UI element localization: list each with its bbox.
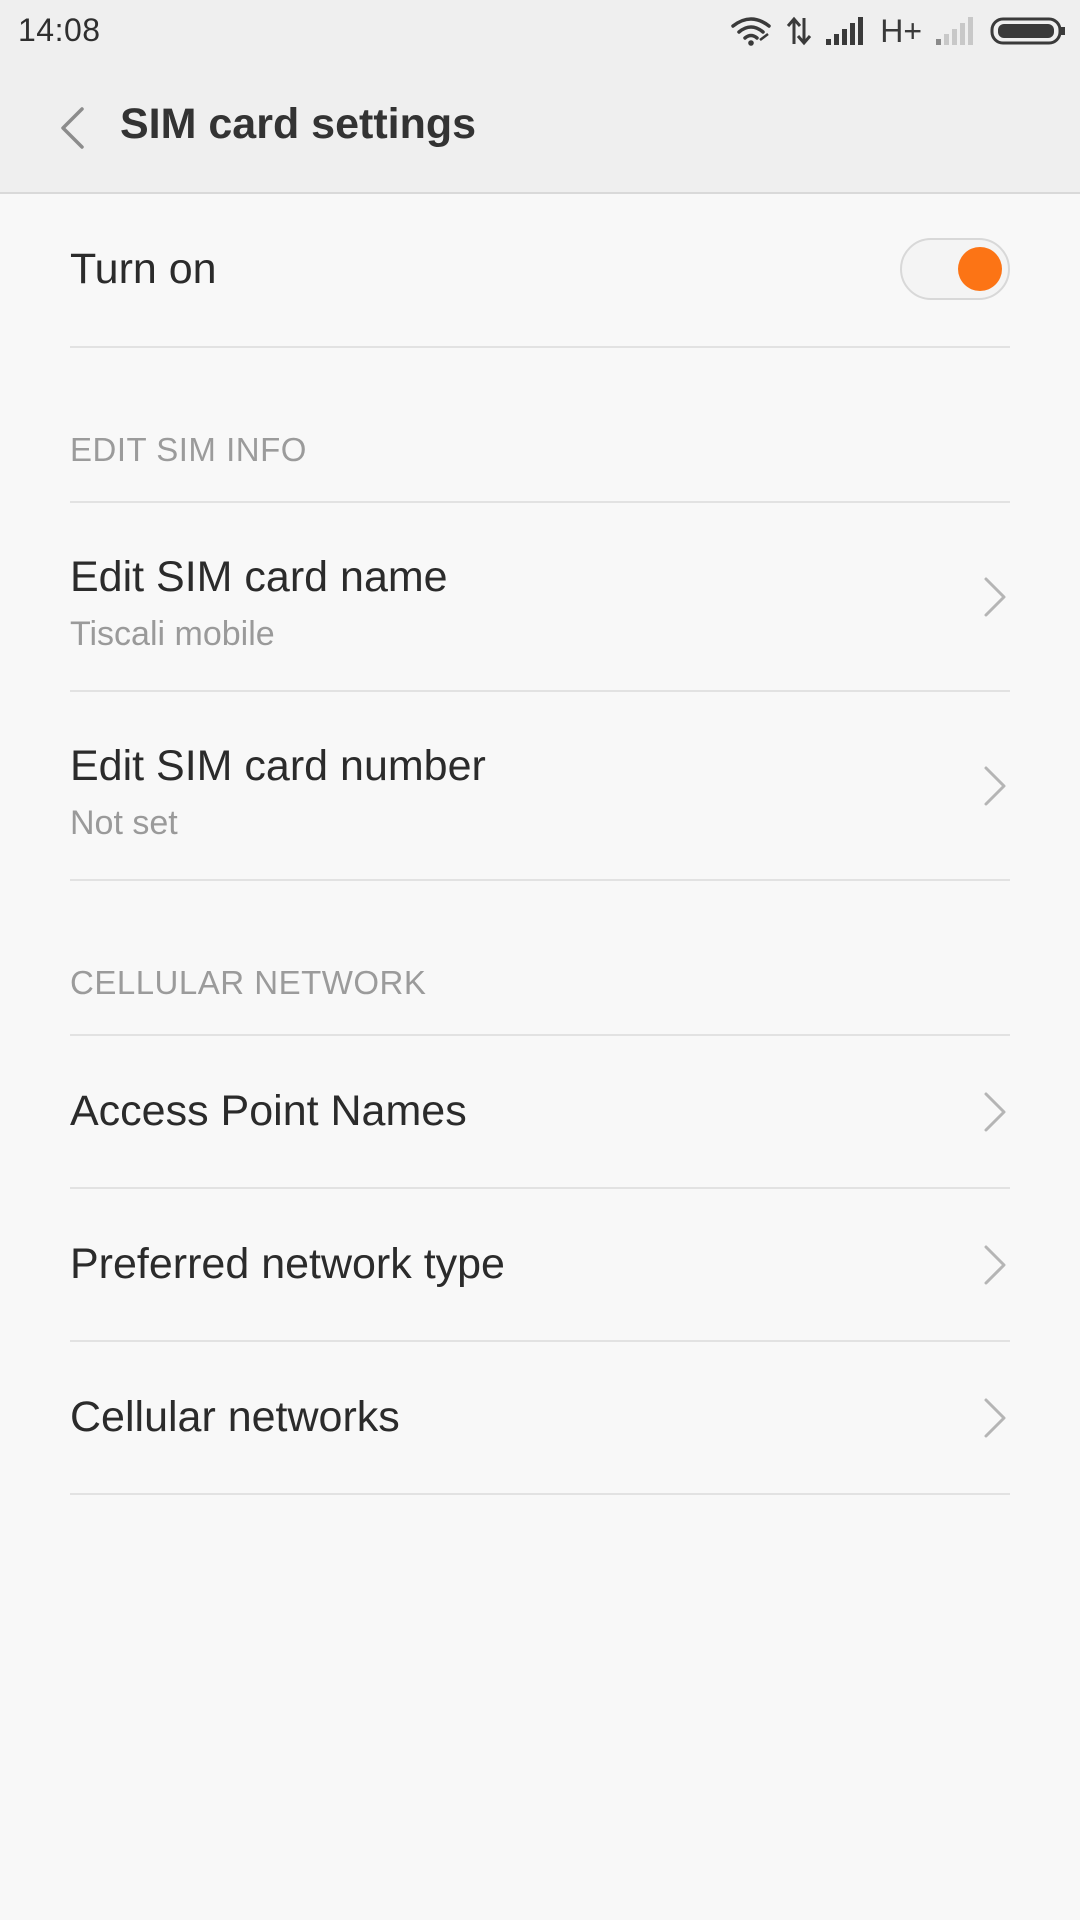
chevron-right-icon [984, 1245, 1006, 1285]
screen: 14:08 H+ SIM card settings Turn on EDIT … [0, 0, 1080, 1920]
settings-list: Turn on EDIT SIM INFO Edit SIM card name… [0, 194, 1080, 1495]
cellular-networks-row[interactable]: Cellular networks [70, 1342, 1010, 1495]
edit-sim-card-number-value: Not set [70, 804, 178, 842]
app-bar: SIM card settings [0, 62, 1080, 194]
edit-sim-card-name-title: Edit SIM card name [70, 553, 448, 601]
edit-sim-card-number-title: Edit SIM card number [70, 742, 486, 790]
section-header-edit-sim-info: EDIT SIM INFO [70, 348, 1010, 503]
turn-on-row[interactable]: Turn on [70, 194, 1010, 348]
network-type-label: H+ [880, 13, 922, 49]
toggle-knob [958, 247, 1002, 291]
section-header-label: CELLULAR NETWORK [70, 964, 427, 1001]
turn-on-toggle[interactable] [900, 238, 1010, 300]
signal-full-icon [826, 17, 864, 45]
section-header-label: EDIT SIM INFO [70, 431, 307, 468]
access-point-names-row[interactable]: Access Point Names [70, 1036, 1010, 1189]
status-icons: H+ [716, 0, 1066, 62]
signal-weak-icon [936, 17, 973, 45]
back-button[interactable] [40, 92, 104, 164]
battery-icon [990, 17, 1065, 45]
chevron-right-icon [984, 577, 1006, 617]
wifi-icon [731, 17, 771, 46]
data-transfer-icon [787, 16, 812, 46]
chevron-right-icon [984, 1092, 1006, 1132]
chevron-right-icon [984, 1398, 1006, 1438]
edit-sim-card-name-value: Tiscali mobile [70, 615, 275, 653]
access-point-names-title: Access Point Names [70, 1087, 467, 1135]
section-header-cellular-network: CELLULAR NETWORK [70, 881, 1010, 1036]
status-time: 14:08 [18, 12, 101, 48]
preferred-network-type-title: Preferred network type [70, 1240, 505, 1288]
preferred-network-type-row[interactable]: Preferred network type [70, 1189, 1010, 1342]
chevron-left-icon [61, 107, 84, 149]
turn-on-label: Turn on [70, 245, 217, 293]
chevron-right-icon [984, 766, 1006, 806]
status-bar: 14:08 H+ [0, 0, 1080, 62]
page-title: SIM card settings [120, 100, 477, 148]
edit-sim-card-name-row[interactable]: Edit SIM card name Tiscali mobile [70, 503, 1010, 692]
edit-sim-card-number-row[interactable]: Edit SIM card number Not set [70, 692, 1010, 881]
cellular-networks-title: Cellular networks [70, 1393, 400, 1441]
